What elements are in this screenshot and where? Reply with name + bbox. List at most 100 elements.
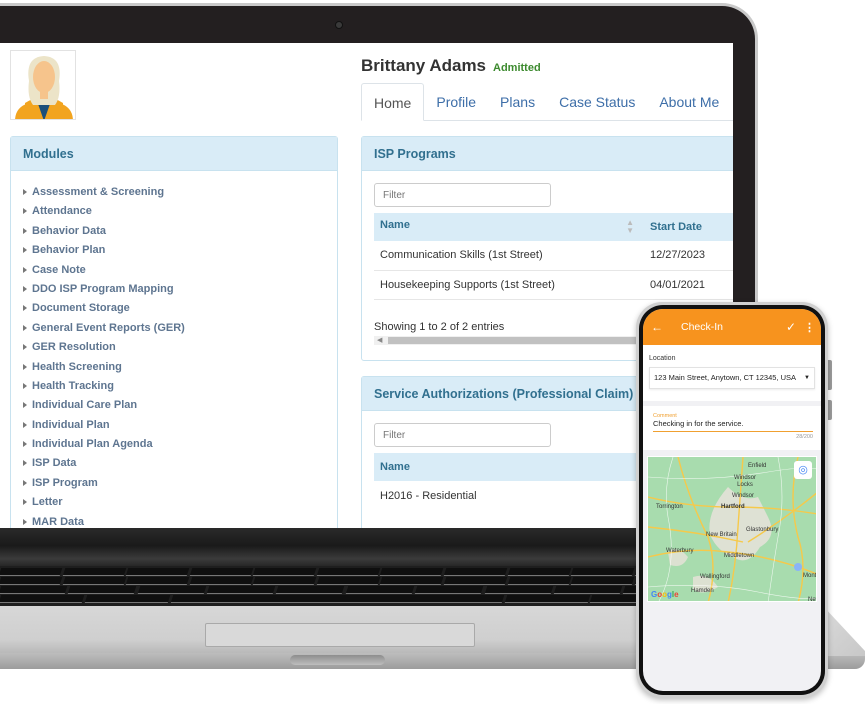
- module-item[interactable]: Individual Care Plan: [23, 396, 337, 415]
- module-item-label: Document Storage: [32, 302, 130, 315]
- phone: ← Check-In ✓ ⋮ Location 123 Main Street,…: [636, 302, 828, 698]
- module-item-label: General Event Reports (GER): [32, 321, 185, 334]
- program-name: Communication Skills (1st Street): [374, 241, 644, 271]
- table-info: Showing 1 to 2 of 2 entries: [374, 321, 505, 333]
- module-item-label: GER Resolution: [32, 341, 116, 354]
- module-item[interactable]: General Event Reports (GER): [23, 319, 337, 338]
- module-item[interactable]: Behavior Plan: [23, 241, 337, 260]
- map-label: Wallingford: [700, 574, 730, 580]
- comment-input[interactable]: Checking in for the service.: [653, 419, 813, 432]
- map-label: Mont: [803, 573, 817, 579]
- trackpad: [205, 623, 475, 647]
- laptop-notch: [290, 655, 385, 665]
- module-item[interactable]: Letter: [23, 493, 337, 512]
- module-item-label: Assessment & Screening: [32, 186, 165, 198]
- comment-card: Comment Checking in for the service. 28/…: [643, 406, 821, 450]
- caret-right-icon: [23, 266, 27, 273]
- tab-home[interactable]: Home: [361, 83, 425, 121]
- module-item-label: Case Note: [32, 263, 86, 276]
- tab-profile[interactable]: Profile: [424, 83, 488, 120]
- laptop-screen: Brittany Adams Admitted Home Profile Pla…: [0, 43, 733, 534]
- caret-right-icon: [23, 344, 27, 351]
- module-item[interactable]: Attendance: [23, 202, 337, 221]
- module-item-label: Behavior Plan: [32, 244, 106, 257]
- module-item[interactable]: Document Storage: [23, 299, 337, 318]
- location-card: Location 123 Main Street, Anytown, CT 12…: [643, 345, 821, 401]
- my-location-icon[interactable]: ◎: [794, 461, 812, 479]
- confirm-check-icon[interactable]: ✓: [786, 320, 796, 334]
- location-label: Location: [649, 355, 676, 362]
- caret-right-icon: [23, 518, 27, 525]
- module-item-label: Attendance: [32, 205, 92, 218]
- location-dropdown[interactable]: 123 Main Street, Anytown, CT 12345, USA …: [649, 367, 815, 389]
- isp-programs-heading: ISP Programs: [362, 137, 733, 171]
- avatar-illustration: [11, 51, 75, 119]
- location-value: 123 Main Street, Anytown, CT 12345, USA: [654, 373, 797, 382]
- module-item-label: Behavior Data: [32, 224, 106, 237]
- isp-filter-input[interactable]: [374, 183, 551, 207]
- app-bar-title: Check-In: [681, 321, 724, 333]
- module-item-label: Individual Care Plan: [32, 399, 138, 412]
- module-item[interactable]: GER Resolution: [23, 338, 337, 357]
- patient-avatar[interactable]: [10, 50, 76, 120]
- caret-right-icon: [23, 227, 27, 234]
- isp-programs-table: Name ▲ ▼ Start Date Communication Skills …: [374, 213, 733, 300]
- map-label: Hartford: [721, 504, 745, 510]
- dropdown-arrow-icon: ▼: [804, 375, 810, 381]
- map-label: Glastonbury: [746, 527, 779, 533]
- table-header-row: Name ▲ ▼ Start Date: [374, 213, 733, 241]
- column-header-start-date[interactable]: Start Date: [644, 213, 733, 241]
- table-row[interactable]: Communication Skills (1st Street) 12/27/…: [374, 241, 733, 271]
- column-header-name[interactable]: Name ▲ ▼: [374, 213, 644, 241]
- program-start-date: 04/01/2021: [644, 270, 733, 300]
- module-item[interactable]: DDO ISP Program Mapping: [23, 280, 337, 299]
- caret-right-icon: [23, 479, 27, 486]
- scroll-left-icon[interactable]: ◀: [377, 336, 382, 345]
- module-item-label: Individual Plan: [32, 418, 110, 431]
- module-item[interactable]: Individual Plan: [23, 416, 337, 435]
- caret-right-icon: [23, 499, 27, 506]
- caret-right-icon: [23, 382, 27, 389]
- comment-char-count: 28/200: [796, 434, 813, 440]
- module-item[interactable]: Health Tracking: [23, 377, 337, 396]
- sort-icon[interactable]: ▲ ▼: [626, 219, 634, 235]
- map-label: Enfield: [748, 463, 767, 469]
- map-label: Torrington: [656, 504, 683, 510]
- more-menu-icon[interactable]: ⋮: [804, 321, 815, 334]
- map-label: Hamden: [691, 588, 714, 594]
- caret-right-icon: [23, 285, 27, 292]
- map-view[interactable]: Enfield Windsor Locks Windsor Torrington…: [647, 456, 817, 602]
- module-item[interactable]: Assessment & Screening: [23, 183, 337, 202]
- caret-right-icon: [23, 305, 27, 312]
- module-item-label: DDO ISP Program Mapping: [32, 282, 174, 295]
- module-item[interactable]: Case Note: [23, 261, 337, 280]
- module-item[interactable]: ISP Program: [23, 474, 337, 493]
- caret-right-icon: [23, 460, 27, 467]
- caret-right-icon: [23, 247, 27, 254]
- webcam: [335, 21, 343, 29]
- module-item[interactable]: Behavior Data: [23, 222, 337, 241]
- map-label: Middletown: [724, 553, 755, 559]
- map-label: New: [808, 597, 816, 602]
- module-item[interactable]: Individual Plan Agenda: [23, 435, 337, 454]
- map-label: New Britain: [706, 532, 737, 538]
- app-bar: ← Check-In ✓ ⋮: [643, 309, 821, 345]
- patient-name: Brittany Adams: [361, 56, 487, 75]
- program-start-date: 12/27/2023: [644, 241, 733, 271]
- service-filter-input[interactable]: [374, 423, 551, 447]
- tab-case-status[interactable]: Case Status: [547, 83, 647, 120]
- caret-right-icon: [23, 208, 27, 215]
- program-name: Housekeeping Supports (1st Street): [374, 270, 644, 300]
- caret-right-icon: [23, 324, 27, 331]
- module-item-label: Letter: [32, 496, 63, 509]
- back-arrow-icon[interactable]: ←: [651, 320, 673, 334]
- module-item[interactable]: Health Screening: [23, 358, 337, 377]
- module-item[interactable]: ISP Data: [23, 454, 337, 473]
- tab-about-me[interactable]: About Me: [647, 83, 731, 120]
- tab-plans[interactable]: Plans: [488, 83, 547, 120]
- table-row[interactable]: Housekeeping Supports (1st Street) 04/01…: [374, 270, 733, 300]
- module-item-label: ISP Data: [32, 457, 77, 470]
- phone-screen: ← Check-In ✓ ⋮ Location 123 Main Street,…: [643, 309, 821, 691]
- modules-heading: Modules: [11, 137, 337, 171]
- caret-right-icon: [23, 189, 27, 195]
